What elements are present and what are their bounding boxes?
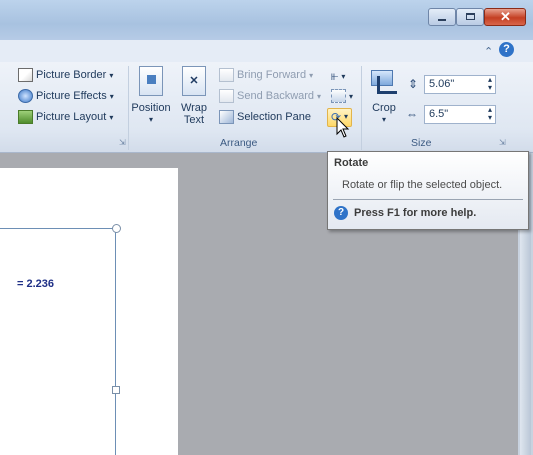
help-icon: ? <box>503 43 510 55</box>
tooltip-divider <box>333 199 523 200</box>
picture-effects-label: Picture Effects <box>36 90 107 102</box>
picture-layout-label: Picture Layout <box>36 111 107 123</box>
ribbon-tab-strip <box>0 40 533 62</box>
dropdown-arrow-icon: ▾ <box>309 70 314 80</box>
tooltip-help-icon: ? <box>334 206 348 220</box>
resize-handle[interactable] <box>112 386 120 394</box>
dropdown-arrow-icon: ▾ <box>109 112 114 122</box>
dropdown-arrow-icon: ▾ <box>349 91 354 101</box>
maximize-button[interactable] <box>456 8 484 26</box>
group-button[interactable]: ▾ <box>331 89 353 103</box>
shape-height-field[interactable]: 5.06" ▴ ▾ <box>424 75 496 94</box>
tooltip-title: Rotate <box>334 157 369 169</box>
wrap-text-label-line2: Text <box>183 114 205 126</box>
equation-text: = 2.236 <box>17 278 55 290</box>
picture-border-icon <box>18 68 33 82</box>
align-button[interactable]: ⫦ ▾ <box>331 68 345 84</box>
selected-picture[interactable] <box>0 228 116 455</box>
tooltip-description: Rotate or flip the selected object. <box>342 179 503 191</box>
selection-pane-button[interactable]: Selection Pane <box>219 110 311 124</box>
group-separator <box>128 66 129 150</box>
picture-layout-icon <box>18 110 33 124</box>
picture-effects-button[interactable]: Picture Effects ▾ <box>18 89 114 103</box>
position-icon <box>139 66 163 96</box>
minimize-icon <box>438 19 446 21</box>
wrap-text-icon: ✕ <box>182 66 206 96</box>
position-label: Position <box>131 102 171 114</box>
dropdown-arrow-icon: ▾ <box>341 71 346 81</box>
maximize-icon <box>466 13 475 20</box>
spinner-icon[interactable]: ▴ ▾ <box>488 106 492 122</box>
selection-pane-icon <box>219 110 234 124</box>
picture-border-label: Picture Border <box>36 69 107 81</box>
tooltip-help-text: Press F1 for more help. <box>354 207 477 219</box>
resize-handle[interactable] <box>112 224 121 233</box>
dropdown-arrow-icon: ▾ <box>109 91 114 101</box>
picture-layout-button[interactable]: Picture Layout ▾ <box>18 110 113 124</box>
dialog-launcher-icon[interactable]: ⇲ <box>499 138 506 147</box>
send-backward-button[interactable]: Send Backward ▾ <box>219 89 321 103</box>
shape-height-icon: ⇕ <box>408 77 419 91</box>
shape-width-value: 6.5" <box>429 108 449 120</box>
dropdown-arrow-icon: ▾ <box>381 115 386 124</box>
crop-icon <box>369 66 399 96</box>
help-button[interactable]: ? <box>499 42 514 57</box>
crop-button[interactable]: Crop ▾ <box>366 66 402 126</box>
send-backward-label: Send Backward <box>237 90 315 102</box>
dropdown-arrow-icon: ▾ <box>109 70 114 80</box>
rotate-tooltip: Rotate Rotate or flip the selected objec… <box>327 151 529 230</box>
dropdown-arrow-icon: ▾ <box>148 115 153 124</box>
align-icon: ⫦ <box>331 68 339 83</box>
minimize-button[interactable] <box>428 8 456 26</box>
position-button[interactable]: Position ▾ <box>130 66 172 126</box>
close-button[interactable]: ✕ <box>484 8 526 26</box>
group-separator <box>361 66 362 150</box>
shape-width-icon: ⇔ <box>406 107 418 121</box>
dialog-launcher-icon[interactable]: ⇲ <box>119 138 126 147</box>
shape-height-value: 5.06" <box>429 78 455 90</box>
spinner-icon[interactable]: ▴ ▾ <box>488 76 492 92</box>
group-objects-icon <box>331 89 346 103</box>
bring-forward-button[interactable]: Bring Forward ▾ <box>219 68 313 82</box>
selection-pane-label: Selection Pane <box>237 111 311 123</box>
wrap-text-label-line1: Wrap <box>180 102 208 114</box>
arrange-group-label: Arrange <box>220 137 258 149</box>
bring-forward-icon <box>219 68 234 82</box>
wrap-text-button[interactable]: ✕ Wrap Text <box>177 66 211 126</box>
shape-width-field[interactable]: 6.5" ▴ ▾ <box>424 105 496 124</box>
size-group-label: Size <box>411 137 432 149</box>
minimize-ribbon-chevron-icon[interactable]: ⌃ <box>484 45 493 58</box>
crop-label: Crop <box>372 102 396 114</box>
send-backward-icon <box>219 89 234 103</box>
mouse-cursor-icon <box>336 116 350 142</box>
picture-effects-icon <box>18 89 33 103</box>
dropdown-arrow-icon: ▾ <box>317 91 322 101</box>
picture-border-button[interactable]: Picture Border ▾ <box>18 68 113 82</box>
bring-forward-label: Bring Forward <box>237 69 307 81</box>
close-icon: ✕ <box>500 9 511 24</box>
